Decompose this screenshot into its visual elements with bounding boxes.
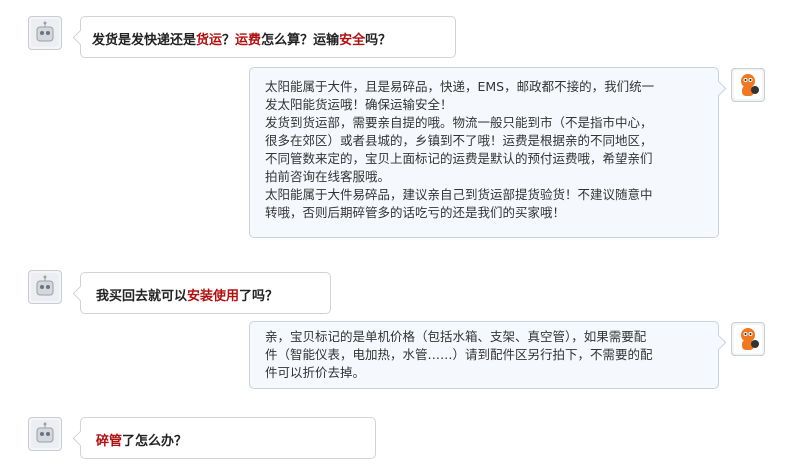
question-text-part: 怎么算？运输: [261, 33, 340, 48]
question-bubble: 我买回去就可以安装使用了吗？: [72, 272, 331, 314]
seller-avatar: [731, 322, 765, 356]
question-text-part: ？: [222, 33, 236, 48]
question-text-part: 了怎么办？: [122, 434, 188, 449]
robot-face-icon: [36, 21, 54, 42]
question-text: 发货是发快递还是货运？运费怎么算？运输安全吗？: [92, 29, 391, 48]
question-text: 碎管了怎么办？: [96, 430, 187, 449]
seller-avatar: [731, 68, 765, 102]
highlight-keyword: 碎管: [96, 434, 123, 449]
answer-line: 件（智能仪表，电加热，水管……）请到配件区另行拍下，不需要的配: [265, 347, 653, 362]
answer-text: 亲，宝贝标记的是单机价格（包括水箱、支架、真空管），如果需要配 件（智能仪表，电…: [265, 328, 653, 382]
answer-line: 太阳能属于大件，且是易碎品，快递，EMS，邮政都不接的，我们统一: [265, 79, 655, 94]
orange-mascot-icon: [741, 74, 759, 96]
answer-line: 发货到货运部，需要亲自提的哦。物流一般只能到市（不是指市中心，: [265, 115, 653, 130]
robot-face-icon: [36, 422, 54, 443]
answer-bubble: 亲，宝贝标记的是单机价格（包括水箱、支架、真空管），如果需要配 件（智能仪表，电…: [249, 321, 727, 389]
highlight-keyword: 运费: [235, 33, 262, 48]
question-text: 我买回去就可以安装使用了吗？: [96, 285, 278, 304]
question-text-part: 我买回去就可以: [96, 289, 188, 304]
answer-line: 太阳能属于大件易碎品，建议亲自己到货运部提货验货！不建议随意中: [265, 187, 653, 202]
answer-line: 很多在郊区）或者县城的，乡镇到不了哦！运费是根据亲的不同地区，: [265, 133, 653, 148]
answer-line: 发太阳能货运哦！确保运输安全！: [265, 97, 453, 112]
customer-avatar: [28, 16, 62, 50]
question-bubble: 发货是发快递还是货运？运费怎么算？运输安全吗？: [72, 16, 456, 58]
answer-line: 不同管数来定的，宝贝上面标记的运费是默认的预付运费哦，希望亲们: [265, 151, 653, 166]
highlight-keyword: 货运: [196, 33, 223, 48]
customer-avatar: [28, 270, 62, 304]
answer-text: 太阳能属于大件，且是易碎品，快递，EMS，邮政都不接的，我们统一 发太阳能货运哦…: [265, 78, 654, 222]
answer-line: 件可以折价去掉。: [265, 365, 366, 380]
answer-line: 拍前咨询在线客服哦。: [265, 169, 391, 184]
highlight-keyword: 安全: [339, 33, 366, 48]
answer-line: 亲，宝贝标记的是单机价格（包括水箱、支架、真空管），如果需要配: [265, 329, 647, 344]
question-bubble: 碎管了怎么办？: [72, 417, 376, 459]
question-text-part: 吗？: [365, 33, 392, 48]
robot-face-icon: [36, 275, 54, 296]
question-text-part: 发货是发快递还是: [92, 33, 197, 48]
question-text-part: 了吗？: [239, 289, 279, 304]
answer-bubble: 太阳能属于大件，且是易碎品，快递，EMS，邮政都不接的，我们统一 发太阳能货运哦…: [249, 67, 727, 238]
customer-avatar: [28, 417, 62, 451]
orange-mascot-icon: [741, 328, 759, 350]
answer-line: 转哦，否则后期碎管多的话吃亏的还是我们的买家哦！: [265, 205, 566, 220]
highlight-keyword: 安装使用: [187, 289, 240, 304]
